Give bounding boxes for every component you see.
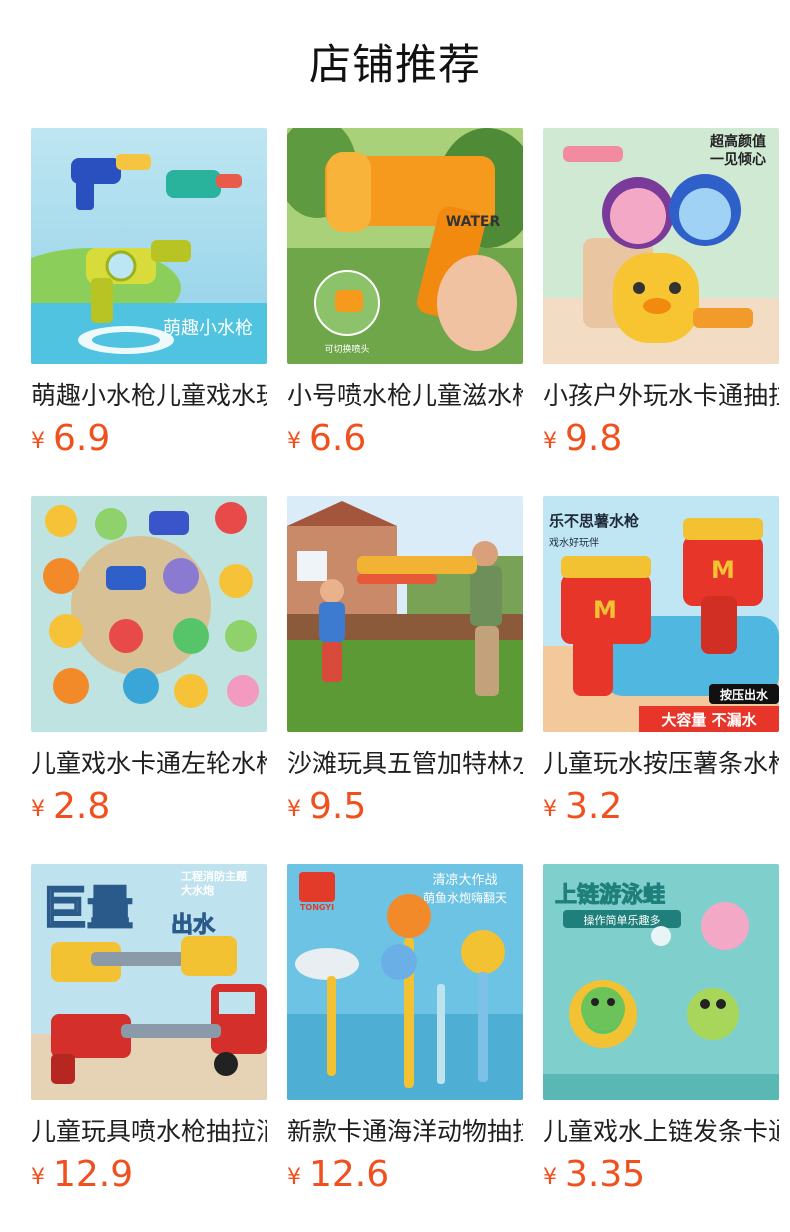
slogan-line-2: 萌鱼水炮嗨翻天 [423, 891, 507, 905]
page-title: 店铺推荐 [308, 40, 481, 89]
price-value: 6.9 [53, 418, 111, 459]
price-value: 12.9 [53, 1154, 134, 1195]
price-value: 3.2 [565, 786, 623, 827]
product-name[interactable]: 萌趣小水枪儿童戏水玩具 [31, 376, 267, 416]
currency-symbol: ¥ [31, 797, 45, 822]
svg-text:M: M [711, 556, 735, 584]
cartoon-water-guns-image[interactable] [31, 496, 267, 732]
product-card[interactable]: 儿童戏水卡通左轮水枪 ¥2.8 [31, 496, 267, 836]
water-gun-set-image[interactable]: 萌趣小水枪 [31, 128, 267, 364]
product-price: ¥9.5 [287, 784, 366, 830]
product-price: ¥12.6 [287, 1152, 389, 1198]
inset-caption: 可切换喷头 [324, 343, 369, 355]
product-price: ¥3.2 [543, 784, 622, 830]
product-card[interactable]: 巨量 出水 工程消防主题 大水炮 儿童玩具喷水枪抽拉消防车 ¥12.9 [31, 864, 267, 1204]
capacity-badge: 大容量 不漏水 [661, 711, 757, 729]
price-value: 9.8 [565, 418, 623, 459]
product-name[interactable]: 儿童戏水卡通左轮水枪 [31, 744, 267, 784]
currency-symbol: ¥ [31, 429, 45, 454]
fire-truck-water-gun-image[interactable]: 巨量 出水 工程消防主题 大水炮 [31, 864, 267, 1100]
product-card[interactable]: 乐不思薯水枪 戏水好玩伴 M M 按压出水 大容量 不漏水 儿童玩水按压薯条水枪 [543, 496, 779, 836]
slogan-line-1: 清凉大作战 [432, 873, 497, 888]
headline-big-text: 巨量 [41, 881, 133, 935]
orange-water-gun-image[interactable]: WATER 可切换喷头 [287, 128, 523, 364]
currency-symbol: ¥ [31, 1165, 45, 1190]
slogan-line-1: 超高颜值 [709, 133, 766, 150]
subheadline-text: 操作简单乐趣多 [584, 913, 661, 927]
currency-symbol: ¥ [287, 797, 301, 822]
product-card[interactable]: 超高颜值 一见倾心 小孩户外玩水卡通抽拉背包水枪 ¥9.8 [543, 128, 779, 468]
product-card[interactable]: TONGYI 清凉大作战 萌鱼水炮嗨翻天 新款卡通海洋动物抽拉水枪 ¥12.6 [287, 864, 523, 1204]
slogan-line-2: 一见倾心 [710, 151, 766, 168]
currency-symbol: ¥ [287, 429, 301, 454]
fries-water-gun-image[interactable]: 乐不思薯水枪 戏水好玩伴 M M 按压出水 大容量 不漏水 [543, 496, 779, 732]
product-price: ¥12.9 [31, 1152, 133, 1198]
currency-symbol: ¥ [543, 1165, 557, 1190]
subheadline-text: 戏水好玩伴 [549, 536, 599, 549]
price-value: 2.8 [53, 786, 111, 827]
product-price: ¥6.6 [287, 416, 366, 462]
cannon-text: 大水炮 [181, 883, 214, 897]
price-value: 6.6 [309, 418, 367, 459]
svg-text:M: M [593, 596, 617, 624]
store-recommendations-page: 店铺推荐 萌趣小水枪 萌趣小水枪儿童戏水 ¥ 6.9 WATER 可切换喷头 小… [0, 0, 790, 1232]
headline-small-text: 出水 [171, 913, 216, 938]
product-name[interactable]: 沙滩玩具五管加特林水枪 [287, 744, 523, 784]
product-price: ¥6.9 [31, 416, 110, 462]
currency-symbol: ¥ [287, 1165, 301, 1190]
product-card[interactable]: 沙滩玩具五管加特林水枪 ¥9.5 [287, 496, 523, 836]
product-card[interactable]: 萌趣小水枪 萌趣小水枪儿童戏水玩具 ¥6.9 [31, 128, 267, 468]
image-caption: 萌趣小水枪 [163, 318, 253, 339]
backpack-water-gun-image[interactable]: 超高颜值 一见倾心 [543, 128, 779, 364]
product-card[interactable]: WATER 可切换喷头 小号喷水枪儿童滋水枪玩具 ¥6.6 [287, 128, 523, 468]
headline-text: 乐不思薯水枪 [549, 512, 639, 530]
press-badge: 按压出水 [720, 687, 769, 702]
currency-symbol: ¥ [543, 797, 557, 822]
ocean-animal-water-gun-image[interactable]: TONGYI 清凉大作战 萌鱼水炮嗨翻天 [287, 864, 523, 1100]
product-name[interactable]: 儿童玩具喷水枪抽拉消防车 [31, 1112, 267, 1152]
product-price: ¥2.8 [31, 784, 110, 830]
wind-up-frog-image[interactable]: 上链游泳蛙 操作简单乐趣多 [543, 864, 779, 1100]
theme-text: 工程消防主题 [181, 869, 248, 883]
product-name[interactable]: 儿童玩水按压薯条水枪 [543, 744, 779, 784]
price-value: 9.5 [309, 786, 367, 827]
product-name[interactable]: 儿童戏水上链发条卡通青蛙 [543, 1112, 779, 1152]
price-value: 3.35 [565, 1154, 646, 1195]
headline-text: 上链游泳蛙 [555, 882, 665, 908]
product-card[interactable]: 上链游泳蛙 操作简单乐趣多 儿童戏水上链发条卡通青蛙 ¥3.35 [543, 864, 779, 1204]
product-name[interactable]: 小号喷水枪儿童滋水枪玩具 [287, 376, 523, 416]
product-name[interactable]: 小孩户外玩水卡通抽拉背包水枪 [543, 376, 779, 416]
gun-brand-text: WATER [446, 214, 501, 230]
price-value: 12.6 [309, 1154, 390, 1195]
product-price: ¥9.8 [543, 416, 622, 462]
currency-symbol: ¥ [543, 429, 557, 454]
product-name[interactable]: 新款卡通海洋动物抽拉水枪 [287, 1112, 523, 1152]
family-water-fight-image[interactable] [287, 496, 523, 732]
product-price: ¥3.35 [543, 1152, 645, 1198]
brand-logo-text: TONGYI [300, 903, 334, 912]
